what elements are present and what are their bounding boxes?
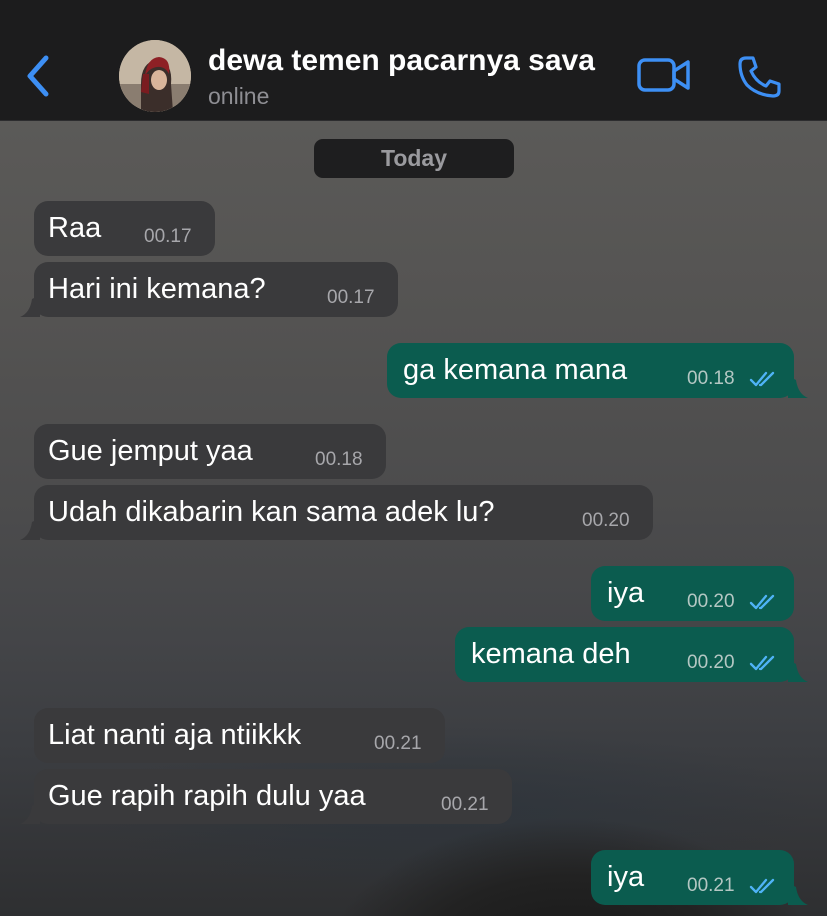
message-bubble-outgoing[interactable]: kemana deh 00.20 [455,627,808,682]
double-check-icon [749,655,775,671]
bubble-tail [788,883,808,905]
date-separator: Today [314,139,514,178]
phone-icon [738,56,781,98]
message-time: 00.21 [374,733,422,754]
double-check-icon [749,878,775,894]
bubble-tail [20,802,40,824]
double-check-icon [749,594,775,610]
message-time: 00.21 [441,794,489,815]
message-bubble-incoming[interactable]: Raa 00.17 [34,201,215,256]
message-time: 00.17 [327,287,375,308]
video-camera-icon [637,58,690,92]
message-text: Gue jemput yaa [48,435,253,467]
message-text: iya [607,577,645,609]
message-time: 00.20 [687,591,735,612]
bubble-tail [20,518,40,540]
message-time: 00.20 [582,510,630,531]
message-bubble-incoming[interactable]: Gue jemput yaa 00.18 [34,424,386,479]
bubble-tail [20,295,40,317]
voice-call-button[interactable] [737,54,783,100]
chat-header: dewa temen pacarnya sava online [0,0,827,121]
message-text: Udah dikabarin kan sama adek lu? [48,496,495,528]
bubble-tail [788,376,808,398]
message-time: 00.18 [687,368,735,389]
message-bubble-incoming[interactable]: Udah dikabarin kan sama adek lu? 00.20 [20,485,653,540]
message-time: 00.20 [687,652,735,673]
message-text: ga kemana mana [403,354,628,386]
contact-status: online [208,83,270,109]
message-text: iya [607,861,645,893]
message-text: Raa [48,212,102,244]
message-bubble-incoming[interactable]: Hari ini kemana? 00.17 [20,262,398,317]
message-text: kemana deh [471,638,631,670]
message-bubble-incoming[interactable]: Gue rapih rapih dulu yaa 00.21 [20,769,512,824]
message-text: Liat nanti aja ntiikkk [48,719,302,751]
avatar[interactable] [119,40,191,112]
message-time: 00.17 [144,226,192,247]
back-button[interactable] [20,52,60,100]
bubble-tail [788,660,808,682]
message-bubble-outgoing[interactable]: ga kemana mana 00.18 [387,343,808,398]
message-bubble-outgoing[interactable]: iya 00.21 [591,850,808,905]
message-bubble-incoming[interactable]: Liat nanti aja ntiikkk 00.21 [34,708,445,763]
message-text: Gue rapih rapih dulu yaa [48,780,366,812]
video-call-button[interactable] [636,54,692,96]
chevron-left-icon [27,55,49,97]
contact-name[interactable]: dewa temen pacarnya sava [208,44,595,78]
double-check-icon [749,371,775,387]
message-time: 00.21 [687,875,735,896]
message-text: Hari ini kemana? [48,273,266,305]
message-time: 00.18 [315,449,363,470]
message-bubble-outgoing[interactable]: iya 00.20 [591,566,794,621]
